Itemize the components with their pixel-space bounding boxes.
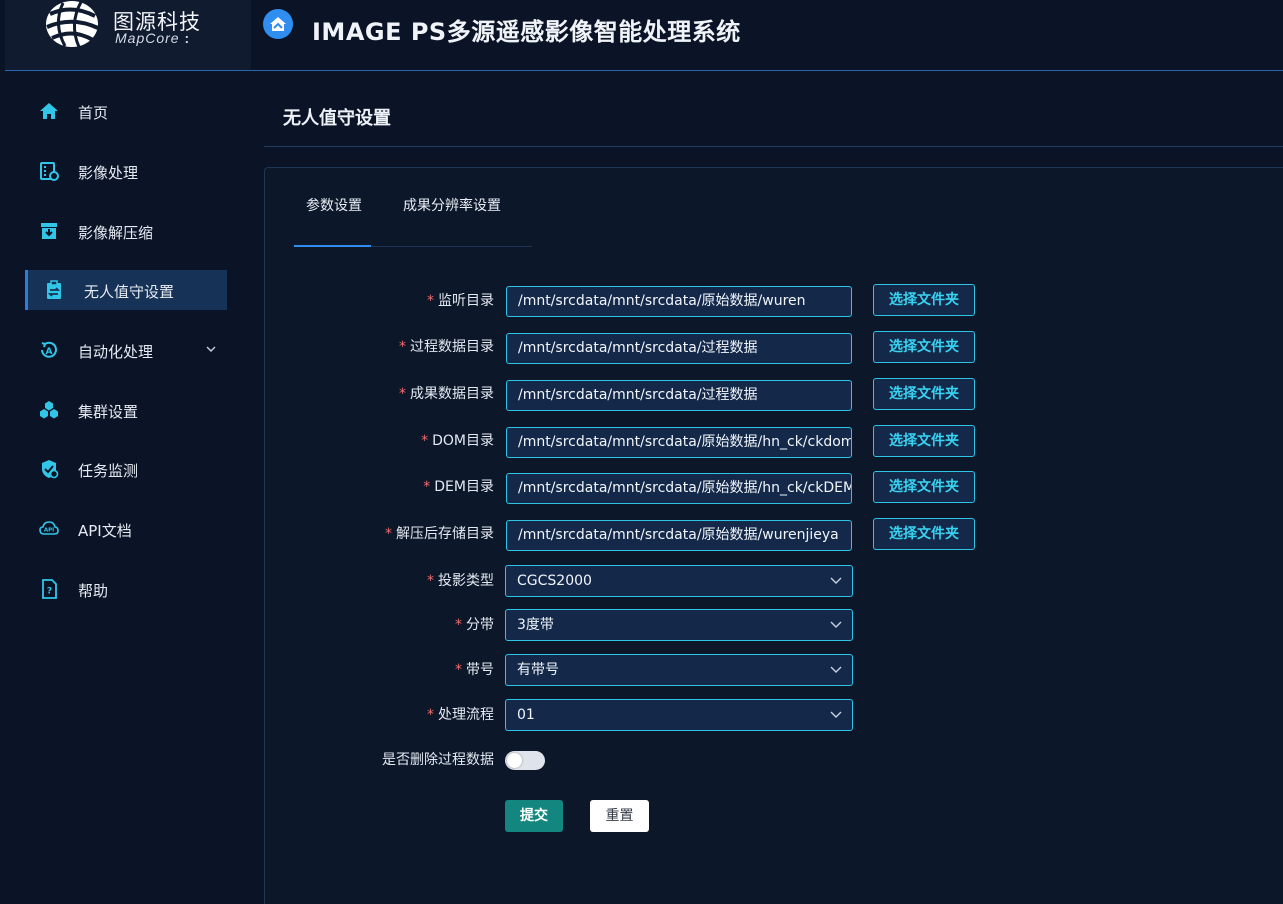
dem-dir-input[interactable]: /mnt/srcdata/mnt/srcdata/原始数据/hn_ck/ckDE… [506, 473, 852, 504]
film-gear-icon [40, 162, 59, 181]
help-doc-icon: ? [42, 579, 57, 599]
dom-dir-input[interactable]: /mnt/srcdata/mnt/srcdata/原始数据/hn_ck/ckdo… [506, 427, 852, 458]
archive-download-icon [41, 223, 57, 239]
sidebar-item-image-processing[interactable]: 影像处理 [20, 151, 219, 191]
pick-folder-button[interactable]: 选择文件夹 [873, 425, 975, 457]
result-dir-input[interactable]: /mnt/srcdata/mnt/srcdata/过程数据 [506, 380, 852, 411]
sidebar-item-help[interactable]: ? 帮助 [20, 569, 219, 609]
active-tab-indicator [294, 245, 371, 247]
home-icon [40, 103, 58, 119]
reset-button[interactable]: 重置 [590, 800, 649, 832]
api-cloud-icon: API [39, 521, 59, 535]
sidebar-item-unattended-settings[interactable]: 无人值守设置 [25, 270, 227, 310]
select-value: 3度带 [517, 617, 554, 633]
process-dir-input[interactable]: /mnt/srcdata/mnt/srcdata/过程数据 [506, 333, 852, 364]
sidebar-item-home[interactable]: 首页 [20, 91, 219, 131]
zone-select[interactable]: 3度带 [505, 609, 853, 641]
form-label-dem-dir: * DEM目录 [423, 479, 494, 495]
app-title: IMAGE PS多源遥感影像智能处理系统 [312, 18, 741, 46]
tab-resolution-settings[interactable]: 成果分辨率设置 [403, 195, 501, 215]
sidebar-item-automation[interactable]: A 自动化处理 [20, 330, 219, 370]
form-label-result-dir: * 成果数据目录 [399, 386, 494, 402]
toggle-knob [507, 753, 522, 768]
select-value: CGCS2000 [517, 573, 592, 589]
chevron-down-icon [830, 577, 842, 584]
sidebar-item-label: 影像处理 [78, 164, 139, 182]
brand-name-en: MapCore : [115, 30, 191, 46]
clipboard-sync-icon [47, 280, 61, 299]
projection-select[interactable]: CGCS2000 [505, 565, 853, 597]
delete-process-data-toggle[interactable] [505, 751, 545, 770]
pick-folder-button[interactable]: 选择文件夹 [873, 284, 975, 316]
form-label-dom-dir: * DOM目录 [421, 433, 494, 449]
pick-folder-button[interactable]: 选择文件夹 [873, 331, 975, 363]
cluster-icon [40, 401, 58, 419]
globe-logo-icon [46, 1, 99, 48]
form-label-process-dir: * 过程数据目录 [399, 339, 494, 355]
sidebar-item-label: 任务监测 [78, 462, 139, 480]
form-label-zone-number: * 带号 [455, 662, 494, 678]
select-value: 01 [517, 707, 535, 723]
pick-folder-button[interactable]: 选择文件夹 [873, 518, 975, 550]
sidebar-item-label: 帮助 [78, 582, 109, 600]
chevron-down-icon [830, 621, 842, 628]
submit-button[interactable]: 提交 [505, 800, 563, 832]
brand-logo[interactable]: 图源科技 MapCore : [5, 0, 251, 70]
sidebar-item-label: 自动化处理 [78, 343, 154, 361]
sidebar-item-label: 集群设置 [78, 403, 139, 421]
svg-text:?: ? [47, 587, 52, 597]
workflow-select[interactable]: 01 [505, 699, 853, 731]
sidebar-item-label: 首页 [78, 104, 109, 122]
page-title: 无人值守设置 [283, 108, 391, 129]
home-circle-icon[interactable] [263, 9, 293, 39]
shield-gear-icon [42, 460, 59, 479]
svg-text:A: A [46, 347, 53, 357]
pick-folder-button[interactable]: 选择文件夹 [873, 471, 975, 503]
title-divider [264, 146, 1283, 147]
tab-parameter-settings[interactable]: 参数设置 [306, 195, 362, 215]
extract-dir-input[interactable]: /mnt/srcdata/mnt/srcdata/原始数据/wurenjieya [506, 520, 852, 551]
chevron-down-icon [830, 711, 842, 718]
watch-dir-input[interactable]: /mnt/srcdata/mnt/srcdata/原始数据/wuren [506, 286, 852, 317]
pick-folder-button[interactable]: 选择文件夹 [873, 378, 975, 410]
sidebar-item-cluster-settings[interactable]: 集群设置 [20, 390, 219, 430]
zone-number-select[interactable]: 有带号 [505, 654, 853, 686]
sidebar-item-label: 无人值守设置 [84, 283, 175, 301]
sidebar-item-label: API文档 [78, 522, 132, 540]
form-label-workflow: * 处理流程 [427, 707, 494, 723]
form-label-delete-process-data: 是否删除过程数据 [382, 752, 494, 768]
select-value: 有带号 [517, 662, 559, 678]
chevron-down-icon [830, 666, 842, 673]
form-label-zone: * 分带 [455, 617, 494, 633]
sidebar-item-api-docs[interactable]: API API文档 [20, 509, 219, 549]
sidebar-item-task-monitoring[interactable]: 任务监测 [20, 449, 219, 489]
sidebar-item-label: 影像解压缩 [78, 224, 154, 242]
sidebar-item-image-decompress[interactable]: 影像解压缩 [20, 211, 219, 251]
auto-cycle-icon: A [41, 341, 57, 358]
form-label-watch-dir: * 监听目录 [427, 293, 494, 309]
chevron-down-icon[interactable] [205, 343, 217, 355]
form-label-extract-dir: * 解压后存储目录 [385, 526, 494, 542]
form-label-projection: * 投影类型 [427, 573, 494, 589]
svg-text:API: API [44, 528, 54, 534]
